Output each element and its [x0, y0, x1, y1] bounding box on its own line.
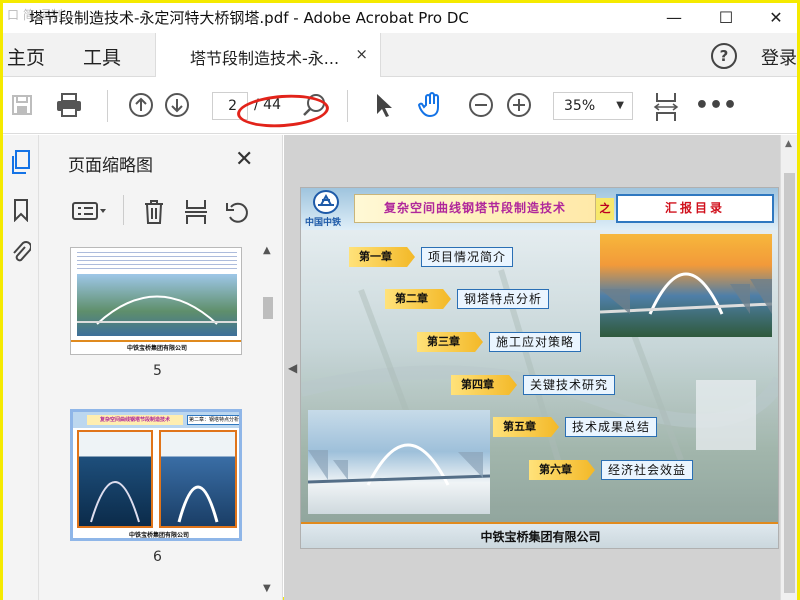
- chapter-number: 第三章: [417, 332, 483, 352]
- thumbnail-options-icon[interactable]: [69, 197, 109, 225]
- thumbnail-caption: 中铁宝桥集团有限公司: [128, 532, 189, 539]
- scrollbar-thumb[interactable]: [263, 297, 273, 319]
- print-icon[interactable]: [53, 90, 85, 120]
- pdf-page: 中国中铁 复杂空间曲线钢塔节段制造技术 之 汇报目录 第一章 项目情况简介 第二…: [300, 187, 779, 549]
- thumbnail-banner: 复杂空间曲线钢塔节段制造技术: [87, 415, 183, 425]
- document-scrollbar[interactable]: ▲: [780, 135, 797, 600]
- collapse-panel-icon[interactable]: ◀: [288, 361, 297, 375]
- thumbnail-page-number: 5: [153, 363, 162, 379]
- page-thumbnail-6[interactable]: 复杂空间曲线钢塔节段制造技术 第二章：钢塔特点分析 中铁宝桥集团有限公司: [70, 409, 242, 541]
- chapter-item: 第六章 经济社会效益: [529, 460, 694, 480]
- bridge-sunset-photo: [599, 234, 773, 337]
- thumbnail-bridge-photo: [77, 274, 237, 336]
- scroll-up-icon[interactable]: ▲: [263, 245, 271, 256]
- chapter-title: 关键技术研究: [523, 375, 616, 395]
- thumbnail-page-number: 6: [153, 549, 162, 565]
- chapter-item: 第一章 项目情况简介: [349, 247, 514, 267]
- chapter-item: 第三章 施工应对策略: [417, 332, 582, 352]
- attachment-icon[interactable]: [9, 239, 33, 265]
- zoom-out-icon[interactable]: [467, 90, 495, 120]
- minimize-button[interactable]: —: [651, 3, 697, 31]
- thumbnail-caption: 中铁宝桥集团有限公司: [126, 345, 187, 352]
- scroll-down-icon[interactable]: ▼: [263, 583, 271, 594]
- chapter-title: 技术成果总结: [565, 417, 658, 437]
- close-panel-icon[interactable]: ✕: [235, 147, 253, 172]
- close-tab-icon[interactable]: ×: [355, 45, 368, 63]
- chapter-number: 第五章: [493, 417, 559, 437]
- toolbar-separator: [347, 90, 348, 122]
- login-link[interactable]: 登录: [761, 44, 797, 70]
- maximize-button[interactable]: ☐: [703, 3, 749, 31]
- hand-tool-icon[interactable]: [415, 90, 449, 120]
- chapter-title: 钢塔特点分析: [457, 289, 550, 309]
- tools-tab[interactable]: 工具: [83, 43, 121, 70]
- bridge-snow-photo: [307, 410, 491, 514]
- select-cursor-icon[interactable]: [369, 90, 397, 120]
- help-icon[interactable]: ?: [711, 43, 737, 69]
- thumbnail-right-panel: [159, 430, 237, 528]
- thumbnail-header: 复杂空间曲线钢塔节段制造技术 第二章：钢塔特点分析: [73, 412, 239, 428]
- crec-logo-icon: [313, 190, 339, 214]
- section-title: 汇报目录: [616, 194, 774, 223]
- window-title: 塔节段制造技术-永定河特大桥钢塔.pdf - Adobe Acrobat Pro…: [29, 9, 469, 27]
- thumbnail-scrollbar[interactable]: ▲ ▼: [259, 245, 277, 597]
- extract-page-icon[interactable]: [181, 197, 211, 227]
- slide-header: 中国中铁 复杂空间曲线钢塔节段制造技术 之 汇报目录: [301, 188, 778, 230]
- title-bar: 口 简 逼制 塔节段制造技术-永定河特大桥钢塔.pdf - Adobe Acro…: [3, 3, 797, 33]
- save-icon[interactable]: [7, 90, 37, 120]
- chapter-title: 施工应对策略: [489, 332, 582, 352]
- toolbar: 2 / 44 35% ▼ •••: [3, 78, 797, 134]
- chapter-number: 第二章: [385, 289, 451, 309]
- next-page-icon[interactable]: [163, 90, 191, 120]
- toolbar-separator: [107, 90, 108, 122]
- slide-banner: 复杂空间曲线钢塔节段制造技术: [354, 194, 596, 223]
- zoom-level-value: 35%: [564, 98, 596, 114]
- chapter-number: 第四章: [451, 375, 517, 395]
- thumbnail-tag: 第二章：钢塔特点分析: [187, 415, 239, 425]
- thumbnail-text-lines: [77, 252, 237, 272]
- page-thumbnail-5[interactable]: 中铁宝桥集团有限公司: [70, 247, 242, 355]
- document-tab-label: 塔节段制造技术-永...: [190, 49, 340, 68]
- document-tab[interactable]: 塔节段制造技术-永... ×: [155, 33, 381, 77]
- chapter-item: 第五章 技术成果总结: [493, 417, 658, 437]
- thumbnails-panel: 页面缩略图 ✕ 中铁宝桥集团有限公司 5 复杂空间曲线钢塔节段制造技术 第二章：…: [39, 135, 283, 600]
- chapter-title: 项目情况简介: [421, 247, 514, 267]
- thumbnail-left-panel: [77, 430, 153, 528]
- scroll-up-icon[interactable]: ▲: [785, 139, 792, 149]
- chapter-item: 第四章 关键技术研究: [451, 375, 616, 395]
- acrobat-window: 口 简 逼制 塔节段制造技术-永定河特大桥钢塔.pdf - Adobe Acro…: [0, 0, 800, 600]
- delete-page-icon[interactable]: [139, 197, 169, 227]
- zoom-in-icon[interactable]: [505, 90, 533, 120]
- chevron-down-icon: ▼: [616, 100, 624, 111]
- scrollbar-thumb[interactable]: [784, 173, 795, 593]
- panel-title: 页面缩略图: [68, 156, 153, 176]
- connector-label: 之: [596, 198, 614, 220]
- rotate-page-icon[interactable]: [223, 197, 253, 227]
- chapter-number: 第六章: [529, 460, 595, 480]
- chapter-item: 第二章 钢塔特点分析: [385, 289, 550, 309]
- tab-bar: 主页 工具 塔节段制造技术-永... × ? 登录: [3, 33, 797, 77]
- more-options-icon[interactable]: •••: [695, 90, 737, 120]
- close-window-button[interactable]: ✕: [753, 3, 799, 31]
- left-navigation-rail: [3, 135, 39, 600]
- slide-footer: 中铁宝桥集团有限公司: [301, 522, 778, 548]
- zoom-level-select[interactable]: 35% ▼: [553, 92, 633, 120]
- home-tab[interactable]: 主页: [7, 43, 45, 70]
- chapter-title: 经济社会效益: [601, 460, 694, 480]
- fit-page-icon[interactable]: [651, 90, 681, 124]
- panel-separator: [123, 195, 124, 225]
- bookmark-icon[interactable]: [9, 197, 33, 223]
- logo-text: 中国中铁: [305, 218, 342, 228]
- previous-page-icon[interactable]: [127, 90, 155, 120]
- chapter-number: 第一章: [349, 247, 415, 267]
- page-thumbnails-icon[interactable]: [9, 149, 33, 175]
- thumbnail-rule: [71, 340, 241, 342]
